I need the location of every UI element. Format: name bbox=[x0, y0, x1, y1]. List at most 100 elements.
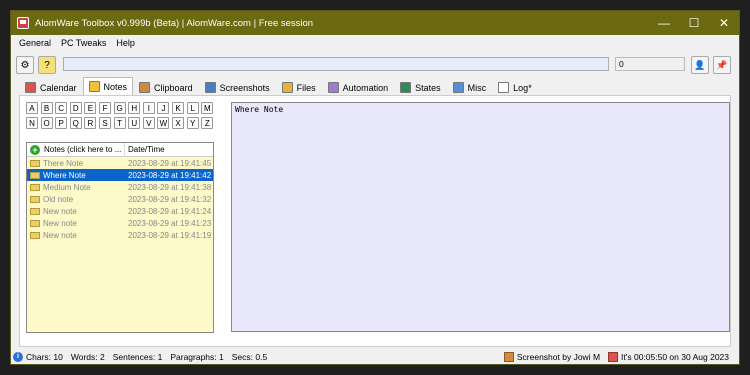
pin-button[interactable]: 📌 bbox=[713, 56, 731, 74]
screenshot-icon bbox=[503, 352, 514, 362]
letter-o-button[interactable]: O bbox=[40, 117, 53, 129]
gear-icon: ⚙ bbox=[20, 59, 30, 71]
status-screenshot-by: Screenshot by Jowi M bbox=[516, 352, 601, 362]
letter-l-button[interactable]: L bbox=[186, 102, 199, 114]
letter-h-button[interactable]: H bbox=[128, 102, 141, 114]
close-button[interactable]: ✕ bbox=[709, 11, 739, 35]
tab-states[interactable]: States bbox=[394, 79, 447, 95]
menu-general[interactable]: General bbox=[14, 38, 56, 48]
letter-g-button[interactable]: G bbox=[113, 102, 126, 114]
settings-gear-button[interactable]: ⚙ bbox=[16, 56, 34, 74]
notes-list[interactable]: + Notes (click here to ... Date/Time Ther… bbox=[26, 142, 214, 333]
tab-strip: Calendar Notes Clipboard Screenshots Fil… bbox=[19, 77, 538, 95]
note-icon bbox=[30, 207, 40, 215]
letter-f-button[interactable]: F bbox=[99, 102, 111, 114]
note-row[interactable]: New note 2023-08-29 at 19:41:19 bbox=[27, 229, 213, 241]
note-row[interactable]: Old note 2023-08-29 at 19:41:32 bbox=[27, 193, 213, 205]
menu-pc-tweaks[interactable]: PC Tweaks bbox=[56, 38, 111, 48]
note-date: 2023-08-29 at 19:41:19 bbox=[128, 230, 212, 240]
info-icon: i bbox=[13, 352, 23, 362]
status-secs: Secs: 0.5 bbox=[231, 352, 268, 362]
notes-icon bbox=[88, 81, 100, 92]
tab-automation[interactable]: Automation bbox=[322, 79, 395, 95]
status-paragraphs: Paragraphs: 1 bbox=[170, 352, 224, 362]
note-date: 2023-08-29 at 19:41:38 bbox=[128, 182, 212, 192]
menu-help[interactable]: Help bbox=[111, 38, 140, 48]
title-bar[interactable]: AlomWare Toolbox v0.999b (Beta) | AlomWa… bbox=[11, 11, 739, 35]
tab-log[interactable]: Log* bbox=[492, 79, 538, 95]
help-icon: ? bbox=[44, 59, 50, 71]
letter-z-button[interactable]: Z bbox=[201, 117, 214, 129]
letter-n-button[interactable]: N bbox=[26, 117, 38, 129]
letter-w-button[interactable]: W bbox=[157, 117, 170, 129]
status-chars: Chars: 10 bbox=[26, 352, 63, 362]
letter-t-button[interactable]: T bbox=[113, 117, 126, 129]
note-name: Where Note bbox=[43, 170, 86, 180]
add-note-icon[interactable]: + bbox=[30, 144, 40, 155]
note-date: 2023-08-29 at 19:41:45 bbox=[128, 158, 212, 168]
letter-p-button[interactable]: P bbox=[55, 117, 68, 129]
letter-e-button[interactable]: E bbox=[84, 102, 97, 114]
date-column-header[interactable]: Date/Time bbox=[125, 145, 165, 154]
note-date: 2023-08-29 at 19:41:42 bbox=[128, 170, 212, 180]
user-button[interactable]: 👤 bbox=[691, 56, 709, 74]
misc-icon bbox=[452, 82, 464, 93]
note-icon bbox=[30, 195, 40, 203]
toolbar: ⚙ ? 0 👤 📌 bbox=[11, 55, 739, 77]
maximize-button[interactable]: ☐ bbox=[679, 11, 709, 35]
letter-y-button[interactable]: Y bbox=[186, 117, 199, 129]
tab-calendar[interactable]: Calendar bbox=[19, 79, 83, 95]
tab-notes[interactable]: Notes bbox=[82, 77, 134, 95]
user-icon: 👤 bbox=[694, 59, 706, 70]
letter-b-button[interactable]: B bbox=[40, 102, 53, 114]
letter-c-button[interactable]: C bbox=[55, 102, 68, 114]
tab-misc[interactable]: Misc bbox=[447, 79, 493, 95]
letter-i-button[interactable]: I bbox=[142, 102, 155, 114]
status-sentences: Sentences: 1 bbox=[112, 352, 163, 362]
tab-screenshots[interactable]: Screenshots bbox=[199, 79, 276, 95]
log-icon bbox=[498, 82, 510, 93]
letter-a-button[interactable]: A bbox=[26, 102, 38, 114]
letter-s-button[interactable]: S bbox=[99, 117, 111, 129]
letter-u-button[interactable]: U bbox=[128, 117, 141, 129]
letter-v-button[interactable]: V bbox=[142, 117, 155, 129]
command-input[interactable] bbox=[63, 57, 609, 71]
note-name: Old note bbox=[43, 194, 74, 204]
minimize-button[interactable]: — bbox=[649, 11, 679, 35]
note-date: 2023-08-29 at 19:41:32 bbox=[128, 194, 212, 204]
note-row[interactable]: Medium Note 2023-08-29 at 19:41:38 bbox=[27, 181, 213, 193]
note-name: Medium Note bbox=[43, 182, 91, 192]
note-row[interactable]: New note 2023-08-29 at 19:41:23 bbox=[27, 217, 213, 229]
note-name: New note bbox=[43, 206, 77, 216]
letter-m-button[interactable]: M bbox=[201, 102, 214, 114]
note-row[interactable]: New note 2023-08-29 at 19:41:24 bbox=[27, 205, 213, 217]
status-bar: i Chars: 10 Words: 2 Sentences: 1 Paragr… bbox=[11, 349, 739, 365]
letter-filter: ABCDEFGHIJKLM NOPQRSTUVWXYZ bbox=[26, 102, 216, 132]
notes-list-header: + Notes (click here to ... Date/Time bbox=[27, 142, 213, 157]
note-name: There Note bbox=[43, 158, 84, 168]
letter-q-button[interactable]: Q bbox=[69, 117, 82, 129]
pin-icon: 📌 bbox=[716, 59, 728, 70]
note-editor[interactable]: Where Note bbox=[231, 102, 730, 332]
note-row[interactable]: There Note 2023-08-29 at 19:41:45 bbox=[27, 157, 213, 169]
help-button[interactable]: ? bbox=[38, 56, 56, 74]
letter-r-button[interactable]: R bbox=[84, 117, 97, 129]
note-icon bbox=[30, 171, 40, 179]
files-icon bbox=[281, 82, 293, 93]
note-icon bbox=[30, 183, 40, 191]
letter-d-button[interactable]: D bbox=[69, 102, 82, 114]
calendar-status-icon bbox=[608, 352, 619, 362]
tab-files[interactable]: Files bbox=[276, 79, 322, 95]
note-name: New note bbox=[43, 218, 77, 228]
note-date: 2023-08-29 at 19:41:23 bbox=[128, 218, 212, 228]
screenshots-icon bbox=[204, 82, 216, 93]
letter-j-button[interactable]: J bbox=[157, 102, 170, 114]
number-field[interactable]: 0 bbox=[615, 57, 685, 71]
letter-x-button[interactable]: X bbox=[172, 117, 185, 129]
notes-column-header[interactable]: + Notes (click here to ... bbox=[27, 142, 125, 157]
tab-clipboard[interactable]: Clipboard bbox=[133, 79, 199, 95]
note-row[interactable]: Where Note 2023-08-29 at 19:41:42 bbox=[27, 169, 213, 181]
status-words: Words: 2 bbox=[70, 352, 105, 362]
status-time: It's 00:05:50 on 30 Aug 2023 bbox=[621, 352, 729, 362]
letter-k-button[interactable]: K bbox=[172, 102, 185, 114]
